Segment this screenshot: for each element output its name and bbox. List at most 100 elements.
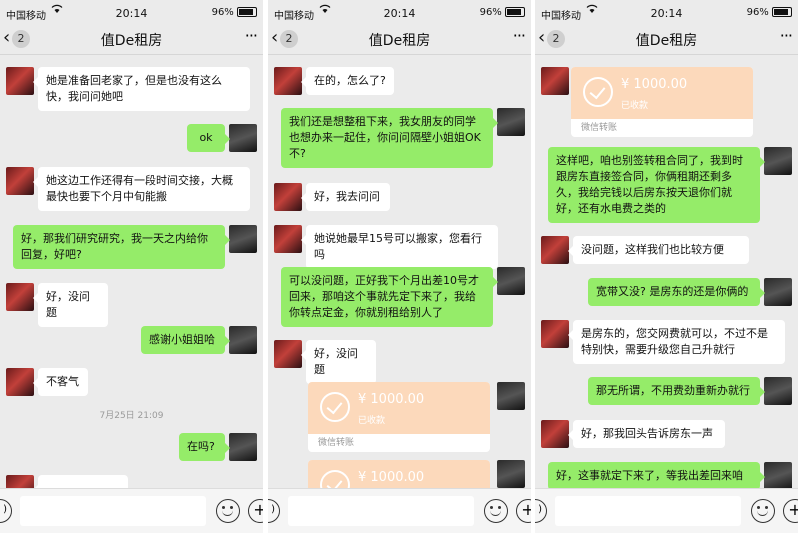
avatar[interactable] [6, 283, 34, 311]
avatar[interactable] [229, 326, 257, 354]
avatar[interactable] [274, 225, 302, 253]
battery-icon [772, 7, 792, 17]
message-bubble[interactable]: 宽带又没? 是房东的还是你俩的 [588, 278, 765, 306]
avatar[interactable] [497, 108, 525, 136]
message-bubble[interactable]: 好，那我回头告诉房东一声 [568, 420, 725, 448]
battery-indicator: 96% [480, 7, 525, 18]
emoji-icon[interactable] [216, 499, 240, 523]
more-options-icon[interactable]: ··· [245, 26, 258, 45]
battery-indicator: 96% [747, 7, 792, 18]
message-bubble[interactable]: 不客气 [33, 368, 88, 396]
voice-icon[interactable]: ) [535, 499, 547, 523]
message-input[interactable] [555, 496, 741, 526]
message-bubble[interactable]: 好，这事就定下来了，等我出差回来咱 [548, 462, 765, 489]
chat-header: ‹ 2 值De租房 ··· [0, 24, 263, 55]
message-bubble[interactable]: 没问题，这样我们也比较方便 [568, 236, 749, 264]
avatar[interactable] [229, 433, 257, 461]
message-bubble[interactable]: 好，那我们研究研究，我一天之内给你回复，好吧? [13, 225, 230, 269]
avatar[interactable] [6, 475, 34, 489]
avatar[interactable] [541, 420, 569, 448]
message-input[interactable] [20, 496, 206, 526]
message-bubble[interactable]: 我们还是想整租下来，我女朋友的同学也想办来一起住，你问问隔壁小姐姐OK不? [281, 108, 498, 168]
message-bubble[interactable]: 感谢小姐姐哈 [141, 326, 230, 354]
chat-title: 值De租房 [368, 33, 431, 49]
avatar[interactable] [497, 267, 525, 295]
avatar[interactable] [229, 124, 257, 152]
input-bar: ) + [535, 488, 798, 533]
battery-icon [505, 7, 525, 17]
avatar[interactable] [229, 225, 257, 253]
battery-percent: 96% [479, 7, 502, 18]
message-bubble[interactable]: 可以没问题，正好我下个月出差10号才回来，那咱这个事就先定下来了，我给你转点定金… [281, 267, 498, 327]
avatar[interactable] [274, 183, 302, 211]
message-bubble[interactable]: 她这边工作还得有一段时间交接，大概最快也要下个月中旬能搬 [33, 167, 250, 211]
chat-header: ‹ 2 值De租房 ··· [268, 24, 531, 55]
transfer-amount: ¥ 1000.00 [358, 392, 425, 407]
battery-percent: 96% [211, 7, 234, 18]
message-input[interactable] [288, 496, 474, 526]
message-bubble[interactable]: 好，没问题 [301, 340, 376, 384]
transfer-card[interactable]: ¥ 1000.00 已收款 微信转账 [308, 382, 490, 452]
avatar[interactable] [764, 377, 792, 405]
battery-percent: 96% [746, 7, 769, 18]
plus-icon[interactable]: + [516, 499, 531, 523]
message-bubble[interactable]: 她是准备回老家了，但是也没有这么快，我问问她吧 [33, 67, 250, 111]
avatar[interactable] [497, 382, 525, 410]
avatar[interactable] [541, 67, 569, 95]
message-bubble[interactable]: ok [187, 124, 230, 152]
transfer-label: 微信转账 [318, 438, 355, 448]
message-bubble[interactable]: 在吗? [179, 433, 230, 461]
transfer-status: 已收款 [621, 101, 649, 111]
transfer-amount: ¥ 1000.00 [358, 470, 425, 485]
transfer-card[interactable]: ¥ 1000.00 已收款 微信转账 [571, 67, 753, 137]
chat-title: 值De租房 [635, 33, 698, 49]
voice-icon[interactable]: ) [268, 499, 280, 523]
message-bubble[interactable]: 在的，怎么了? [301, 67, 394, 95]
chat-screen-1: 中国移动 20:14 96% ‹ 2 值De租房 ··· 她是准备回老家了，但是… [0, 0, 263, 533]
message-timestamp: 7月25日 21:09 [99, 411, 164, 421]
avatar[interactable] [6, 368, 34, 396]
check-circle-icon [583, 77, 613, 107]
chat-header: ‹ 2 值De租房 ··· [535, 24, 798, 55]
message-bubble[interactable]: 那无所谓，不用费劲重新办就行 [588, 377, 765, 405]
avatar[interactable] [764, 278, 792, 306]
transfer-card[interactable]: ¥ 1000.00 [308, 460, 490, 489]
message-list[interactable]: ¥ 1000.00 已收款 微信转账 这样吧，咱也别签转租合同了，我到时跟房东直… [535, 55, 798, 489]
avatar[interactable] [274, 67, 302, 95]
message-bubble[interactable] [33, 475, 128, 489]
transfer-card-body: ¥ 1000.00 已收款 [571, 67, 753, 119]
emoji-icon[interactable] [751, 499, 775, 523]
status-bar: 中国移动 20:14 96% [535, 0, 798, 24]
avatar[interactable] [6, 67, 34, 95]
message-bubble[interactable]: 这样吧，咱也别签转租合同了，我到时跟房东直接签合同，你俩租期还剩多久，我给完钱以… [548, 147, 765, 223]
message-bubble[interactable]: 好，我去问问 [301, 183, 390, 211]
avatar[interactable] [497, 460, 525, 488]
chat-title: 值De租房 [100, 33, 163, 49]
battery-icon [237, 7, 257, 17]
chat-screen-2: 中国移动 20:14 96% ‹ 2 值De租房 ··· 在的，怎么了? 我们还… [268, 0, 531, 533]
voice-icon[interactable]: ) [0, 499, 12, 523]
plus-icon[interactable]: + [248, 499, 263, 523]
transfer-card-body: ¥ 1000.00 已收款 [308, 382, 490, 434]
transfer-card-body: ¥ 1000.00 [308, 460, 490, 489]
transfer-amount: ¥ 1000.00 [621, 77, 688, 92]
message-bubble[interactable]: 她说她最早15号可以搬家，您看行吗 [301, 225, 498, 269]
more-options-icon[interactable]: ··· [513, 26, 526, 45]
more-options-icon[interactable]: ··· [780, 26, 793, 45]
avatar[interactable] [541, 320, 569, 348]
transfer-status: 已收款 [358, 416, 386, 426]
avatar[interactable] [764, 147, 792, 175]
emoji-icon[interactable] [484, 499, 508, 523]
message-list[interactable]: 在的，怎么了? 我们还是想整租下来，我女朋友的同学也想办来一起住，你问问隔壁小姐… [268, 55, 531, 489]
avatar[interactable] [764, 462, 792, 489]
message-list[interactable]: 她是准备回老家了，但是也没有这么快，我问问她吧 ok 她这边工作还得有一段时间交… [0, 55, 263, 489]
avatar[interactable] [541, 236, 569, 264]
message-bubble[interactable]: 好，没问题 [33, 283, 108, 327]
avatar[interactable] [274, 340, 302, 368]
plus-icon[interactable]: + [783, 499, 798, 523]
transfer-label: 微信转账 [581, 123, 618, 133]
input-bar: ) + [0, 488, 263, 533]
check-circle-icon [320, 392, 350, 422]
avatar[interactable] [6, 167, 34, 195]
message-bubble[interactable]: 是房东的，您交网费就可以，不过不是特别快，需要升级您自己升就行 [568, 320, 785, 364]
